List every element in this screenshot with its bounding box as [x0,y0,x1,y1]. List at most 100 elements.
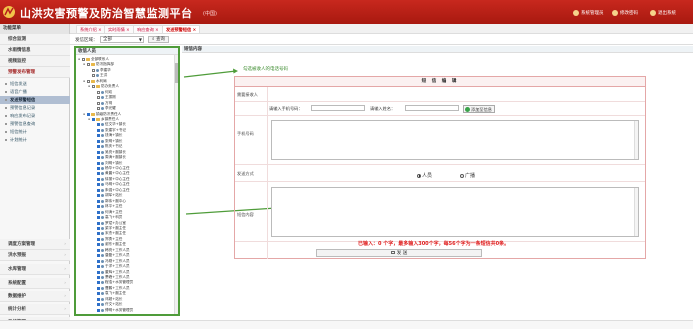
tree-checkbox[interactable] [97,281,100,285]
tree-node[interactable]: 何涛+主任 [93,210,122,215]
tree-node[interactable]: ▪ 镇级防汛责任人 [83,112,121,117]
tree-checkbox[interactable] [87,112,90,116]
content-scrollbar[interactable] [634,188,638,236]
tree-checkbox[interactable] [97,221,100,225]
tree-node[interactable]: 胡军+站长 [93,193,122,198]
tree-checkbox[interactable] [87,79,90,83]
tree-checkbox[interactable] [97,161,100,165]
sidebar-item-monitor[interactable]: 综合监测 [0,34,70,45]
tree-checkbox[interactable] [82,58,85,61]
phone-input[interactable] [311,105,365,111]
tree-checkbox[interactable] [97,107,100,111]
tree-node[interactable]: 马明+中心主任 [93,182,130,187]
tree-node[interactable]: 郭伟+副中心 [93,199,126,204]
tree-node[interactable]: 周涛+副镇长 [93,155,126,160]
tree-checkbox[interactable] [97,254,100,258]
tree-checkbox[interactable] [97,172,100,176]
tree-node[interactable]: 刘明+镇长 [93,161,122,166]
search-button[interactable]: ⌕ 查询 [148,36,169,43]
tree-checkbox[interactable] [97,183,100,187]
tree-node[interactable]: 唐磊+工作人员 [93,253,130,258]
tree-node[interactable]: 罗斌+办公室 [93,221,126,226]
tree-checkbox[interactable] [97,308,100,312]
tree-node[interactable]: 何欢 [93,90,112,95]
expand-toggle-icon[interactable]: ▪ [83,62,86,67]
tree-node[interactable]: 吴亮+副镇长 [93,150,126,155]
tree-node[interactable]: 韩亮+工作人员 [93,248,130,253]
content-textarea[interactable] [271,187,639,237]
name-input[interactable] [405,105,459,111]
sidebar-item-video[interactable]: 视频监控 [0,56,70,67]
tree-checkbox[interactable] [87,63,90,67]
user-menu[interactable]: 系统管理员 [573,9,604,16]
tree-node[interactable]: 张明+镇长 [93,139,122,144]
tab-system-intro[interactable]: 系统介绍 × [76,25,106,33]
tree-checkbox[interactable] [97,199,100,203]
tree-node[interactable]: 钱海+镇长 [93,133,122,138]
tree-node[interactable]: 林平+主任 [93,204,122,209]
tree-checkbox[interactable] [97,292,100,296]
sidebar-item-warning[interactable]: 预警发布管理 [0,67,70,78]
change-password-button[interactable]: 修改密码 [612,9,638,16]
sidebar-subitem-sms[interactable]: 短信发送 [0,80,70,88]
area-select[interactable]: 全部 ▼ [100,36,144,43]
tree-scrollbar[interactable] [174,55,178,314]
tree-node[interactable]: 宋杰+副主任 [93,231,126,236]
tab-send-sms[interactable]: 发送预警短信 × [162,25,201,33]
tree-checkbox[interactable] [92,85,95,89]
sidebar-item-dispatch[interactable]: 调度方案管理 › [0,239,70,250]
tree-checkbox[interactable] [97,188,100,192]
sidebar-subitem-send-warning[interactable]: 发送预警短信 [0,96,70,104]
expand-toggle-icon[interactable]: ▪ [88,84,91,89]
sidebar-subitem-plan-stats[interactable]: 计划统计 [0,136,70,144]
expand-toggle-icon[interactable]: ▪ [83,79,86,84]
tree-checkbox[interactable] [97,210,100,214]
tree-checkbox[interactable] [97,216,100,220]
sidebar-subitem-voice[interactable]: 语音广播 [0,88,70,96]
tree-node[interactable]: ▪ 防汛指挥部 [83,62,114,67]
tree-node[interactable]: 许文+站长 [93,302,122,307]
radio-person-dot[interactable] [417,173,421,178]
sidebar-item-reservoir[interactable]: 水库管理 › [0,264,70,275]
logout-button[interactable]: 退出系统 [650,9,676,16]
tree-checkbox[interactable] [97,270,100,274]
phone-list-textarea[interactable] [271,120,639,160]
tree-checkbox[interactable] [97,286,100,290]
tree-node[interactable]: 高飞+科员 [93,215,122,220]
sidebar-item-analysis[interactable]: 统计分析 › [0,304,70,315]
tree-checkbox[interactable] [97,156,100,160]
tree-checkbox[interactable] [97,297,100,301]
tree-checkbox[interactable] [97,243,100,247]
sidebar-subitem-response-log[interactable]: 响应发布记录 [0,112,70,120]
expand-toggle-icon[interactable]: ▪ [88,117,91,122]
phone-list-scrollbar[interactable] [634,121,638,159]
sidebar-item-data[interactable]: 数据维护 › [0,291,70,302]
tree-checkbox[interactable] [97,134,100,138]
tree-checkbox[interactable] [97,226,100,230]
tree-checkbox[interactable] [97,90,100,94]
tree-node[interactable]: 黄晨+中心主任 [93,171,130,176]
tree-checkbox[interactable] [97,101,100,105]
tree-node[interactable]: 于洋+工作人员 [93,264,130,269]
tree-checkbox[interactable] [97,123,100,127]
sidebar-item-forecast[interactable]: 洪水预报 › [0,250,70,261]
tree-checkbox[interactable] [97,167,100,170]
send-button[interactable]: 发 送 [316,249,482,257]
tree-checkbox[interactable] [97,265,100,269]
tree-checkbox[interactable] [92,74,95,78]
sidebar-subitem-sms-stats[interactable]: 短信统计 [0,128,70,136]
tree-checkbox[interactable] [97,150,100,154]
tree-checkbox[interactable] [97,139,100,143]
tree-node[interactable]: 伍文华+镇长 [93,122,126,127]
tree-checkbox[interactable] [97,145,100,149]
tree-checkbox[interactable] [97,276,100,279]
tree-checkbox[interactable] [97,96,100,100]
tree-node[interactable]: 王洪 [88,73,107,78]
tree-node[interactable]: 程浩+水务管理员 [93,280,133,285]
tree-scroll-thumb[interactable] [175,63,178,83]
tree-checkbox[interactable] [97,128,100,132]
tree-checkbox[interactable] [97,232,100,236]
tree-node[interactable]: 李光耀 [93,106,116,111]
tree-checkbox[interactable] [97,194,100,198]
expand-toggle-icon[interactable]: ▪ [83,112,86,117]
